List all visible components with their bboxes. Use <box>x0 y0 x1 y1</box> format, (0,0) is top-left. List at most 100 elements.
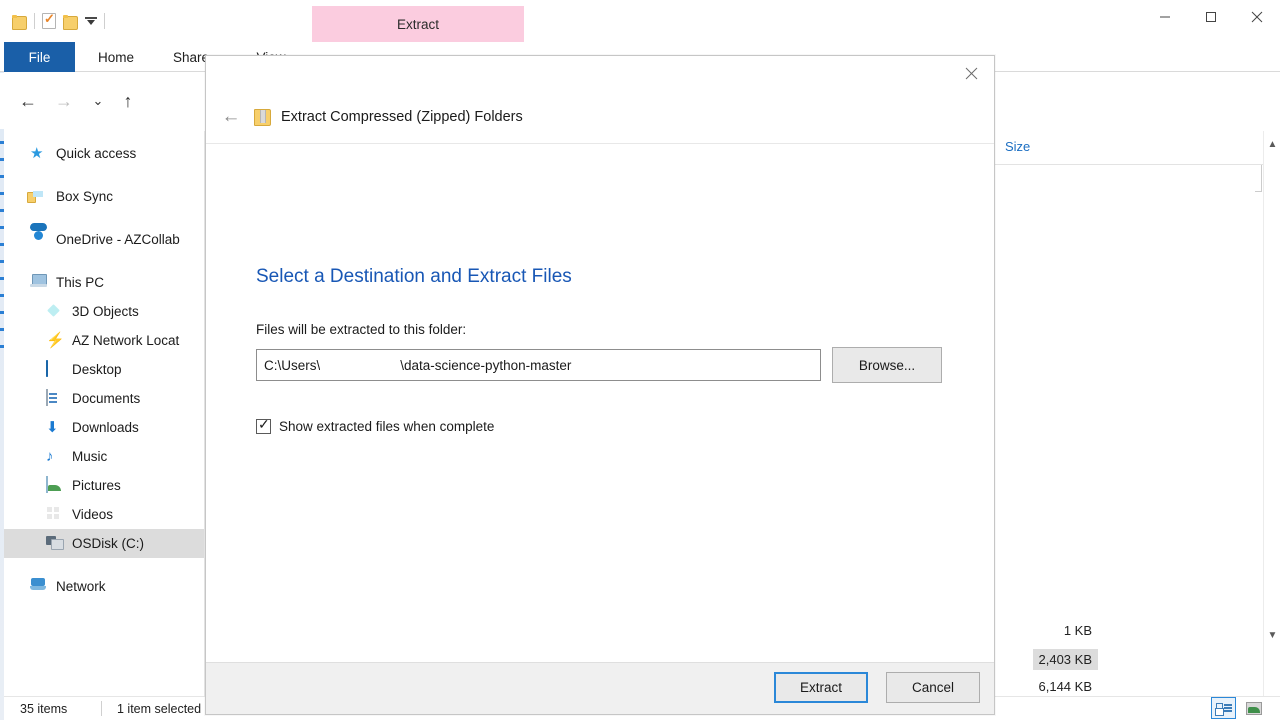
vertical-scrollbar[interactable]: ▲ ▼ <box>1263 131 1280 696</box>
tab-share-label: Share <box>172 49 210 65</box>
sidebar-item-label: Music <box>72 449 108 464</box>
tab-home[interactable]: Home <box>85 42 147 72</box>
cancel-button-label: Cancel <box>911 680 955 695</box>
sidebar-item-az-network-location[interactable]: ⚡ AZ Network Locat <box>4 326 204 355</box>
sidebar-item-onedrive[interactable]: OneDrive - AZCollab <box>4 225 204 254</box>
forward-arrow-icon[interactable]: → <box>50 87 78 115</box>
tab-file[interactable]: File <box>4 42 75 72</box>
sidebar-item-documents[interactable]: Documents <box>4 384 204 413</box>
properties-icon[interactable] <box>42 11 56 29</box>
sidebar-item-this-pc[interactable]: This PC <box>4 268 204 297</box>
3d-objects-icon <box>46 303 63 320</box>
sidebar-item-label: Videos <box>72 507 114 522</box>
dialog-header: ← Extract Compressed (Zipped) Folders <box>206 90 994 144</box>
sidebar-item-label: Pictures <box>72 478 121 493</box>
sidebar-item-downloads[interactable]: ⬇ Downloads <box>4 413 204 442</box>
show-extracted-checkbox[interactable] <box>256 416 271 434</box>
sidebar-item-osdisk[interactable]: OSDisk (C:) <box>4 529 204 558</box>
desktop-icon <box>46 360 63 378</box>
dialog-heading: Select a Destination and Extract Files <box>256 266 572 287</box>
browse-button[interactable]: Browse... <box>832 347 942 383</box>
sidebar-item-label: Downloads <box>72 420 139 435</box>
tab-file-label: File <box>28 49 51 65</box>
show-extracted-checkbox-row[interactable]: Show extracted files when complete <box>256 416 495 434</box>
large-icons-view-icon[interactable] <box>1241 697 1266 719</box>
sidebar-item-label: Desktop <box>72 362 122 377</box>
zipped-folder-icon <box>254 108 271 126</box>
path-prefix: C:\Users\ <box>264 357 321 373</box>
folder-icon-2[interactable] <box>63 14 78 30</box>
close-icon[interactable] <box>1234 0 1280 34</box>
details-view-icon[interactable] <box>1211 697 1236 719</box>
browse-button-label: Browse... <box>858 357 916 373</box>
sidebar-item-label: 3D Objects <box>72 304 139 319</box>
documents-icon <box>46 389 63 407</box>
sidebar-item-desktop[interactable]: Desktop <box>4 355 204 384</box>
dialog-title: Extract Compressed (Zipped) Folders <box>281 108 523 125</box>
contextual-tab-label: Extract <box>396 16 439 32</box>
pictures-icon <box>46 476 63 494</box>
customize-qat-icon[interactable] <box>85 15 97 27</box>
window-controls <box>1142 0 1280 34</box>
scroll-down-icon[interactable]: ▼ <box>1264 626 1280 644</box>
minimize-icon[interactable] <box>1142 0 1188 34</box>
file-size-cell[interactable]: 6,144 KB <box>1039 679 1093 694</box>
downloads-icon: ⬇ <box>46 419 59 436</box>
up-arrow-icon[interactable]: ↑ <box>114 87 142 115</box>
dialog-footer: Extract Cancel <box>206 662 994 714</box>
extract-button[interactable]: Extract <box>774 672 868 703</box>
path-redacted-username <box>320 358 401 372</box>
sidebar-item-label: Network <box>56 579 106 594</box>
folder-icon[interactable] <box>12 14 27 30</box>
scroll-up-icon[interactable]: ▲ <box>1264 135 1280 153</box>
videos-icon <box>46 506 63 523</box>
sidebar-item-videos[interactable]: Videos <box>4 500 204 529</box>
qat-separator <box>34 13 35 29</box>
sidebar-item-label: OneDrive - AZCollab <box>56 232 180 247</box>
cancel-button[interactable]: Cancel <box>886 672 980 703</box>
sidebar-item-network[interactable]: Network <box>4 572 204 601</box>
view-mode-buttons <box>1211 697 1266 719</box>
sidebar-item-quick-access[interactable]: ★ Quick access <box>4 139 204 168</box>
sidebar-item-box-sync[interactable]: Box Sync <box>4 182 204 211</box>
sidebar-item-3d-objects[interactable]: 3D Objects <box>4 297 204 326</box>
column-header-size[interactable]: Size <box>1005 139 1030 154</box>
dialog-close-icon[interactable] <box>948 56 994 90</box>
maximize-icon[interactable] <box>1188 0 1234 34</box>
recent-locations-icon[interactable]: ⌄ <box>84 87 112 115</box>
title-bar <box>0 0 1280 42</box>
sidebar-item-label: AZ Network Locat <box>72 333 180 348</box>
onedrive-cloud-icon <box>30 231 47 248</box>
tab-home-label: Home <box>97 49 134 65</box>
this-pc-icon <box>30 274 47 291</box>
navigation-pane: ★ Quick access Box Sync OneDrive - AZCol… <box>4 131 205 696</box>
sidebar-item-pictures[interactable]: Pictures <box>4 471 204 500</box>
status-item-count: 35 items <box>20 702 68 716</box>
sidebar-item-label: OSDisk (C:) <box>72 536 144 551</box>
contextual-tab-extract[interactable]: Extract <box>312 6 524 42</box>
extract-dialog: ← Extract Compressed (Zipped) Folders Se… <box>205 55 995 715</box>
disk-icon <box>46 535 63 552</box>
dialog-body: Select a Destination and Extract Files F… <box>206 144 994 662</box>
box-sync-icon <box>30 188 47 205</box>
status-separator <box>101 701 102 716</box>
destination-path-input[interactable]: C:\Users\ \data-science-python-master <box>256 349 821 381</box>
path-suffix: \data-science-python-master <box>400 357 572 373</box>
network-location-icon: ⚡ <box>46 332 65 349</box>
network-icon <box>30 578 47 595</box>
back-arrow-icon[interactable]: ← <box>14 87 42 115</box>
sidebar-item-label: Documents <box>72 391 141 406</box>
sidebar-item-label: This PC <box>56 275 105 290</box>
screen: Extract Compressed Folder Tools File Hom… <box>0 0 1280 720</box>
file-size-cell-selected[interactable]: 2,403 KB <box>1032 649 1098 670</box>
extract-button-label: Extract <box>799 680 842 695</box>
dialog-back-arrow-icon[interactable]: ← <box>218 104 244 130</box>
quick-access-toolbar <box>12 8 105 34</box>
show-extracted-label: Show extracted files when complete <box>279 419 495 434</box>
destination-label: Files will be extracted to this folder: <box>256 322 467 337</box>
qat-separator-2 <box>104 13 105 29</box>
file-size-cell[interactable]: 1 KB <box>1064 623 1092 638</box>
sidebar-item-music[interactable]: ♪ Music <box>4 442 204 471</box>
star-icon: ★ <box>30 145 44 162</box>
scrollbar-thumb[interactable] <box>1264 155 1280 335</box>
